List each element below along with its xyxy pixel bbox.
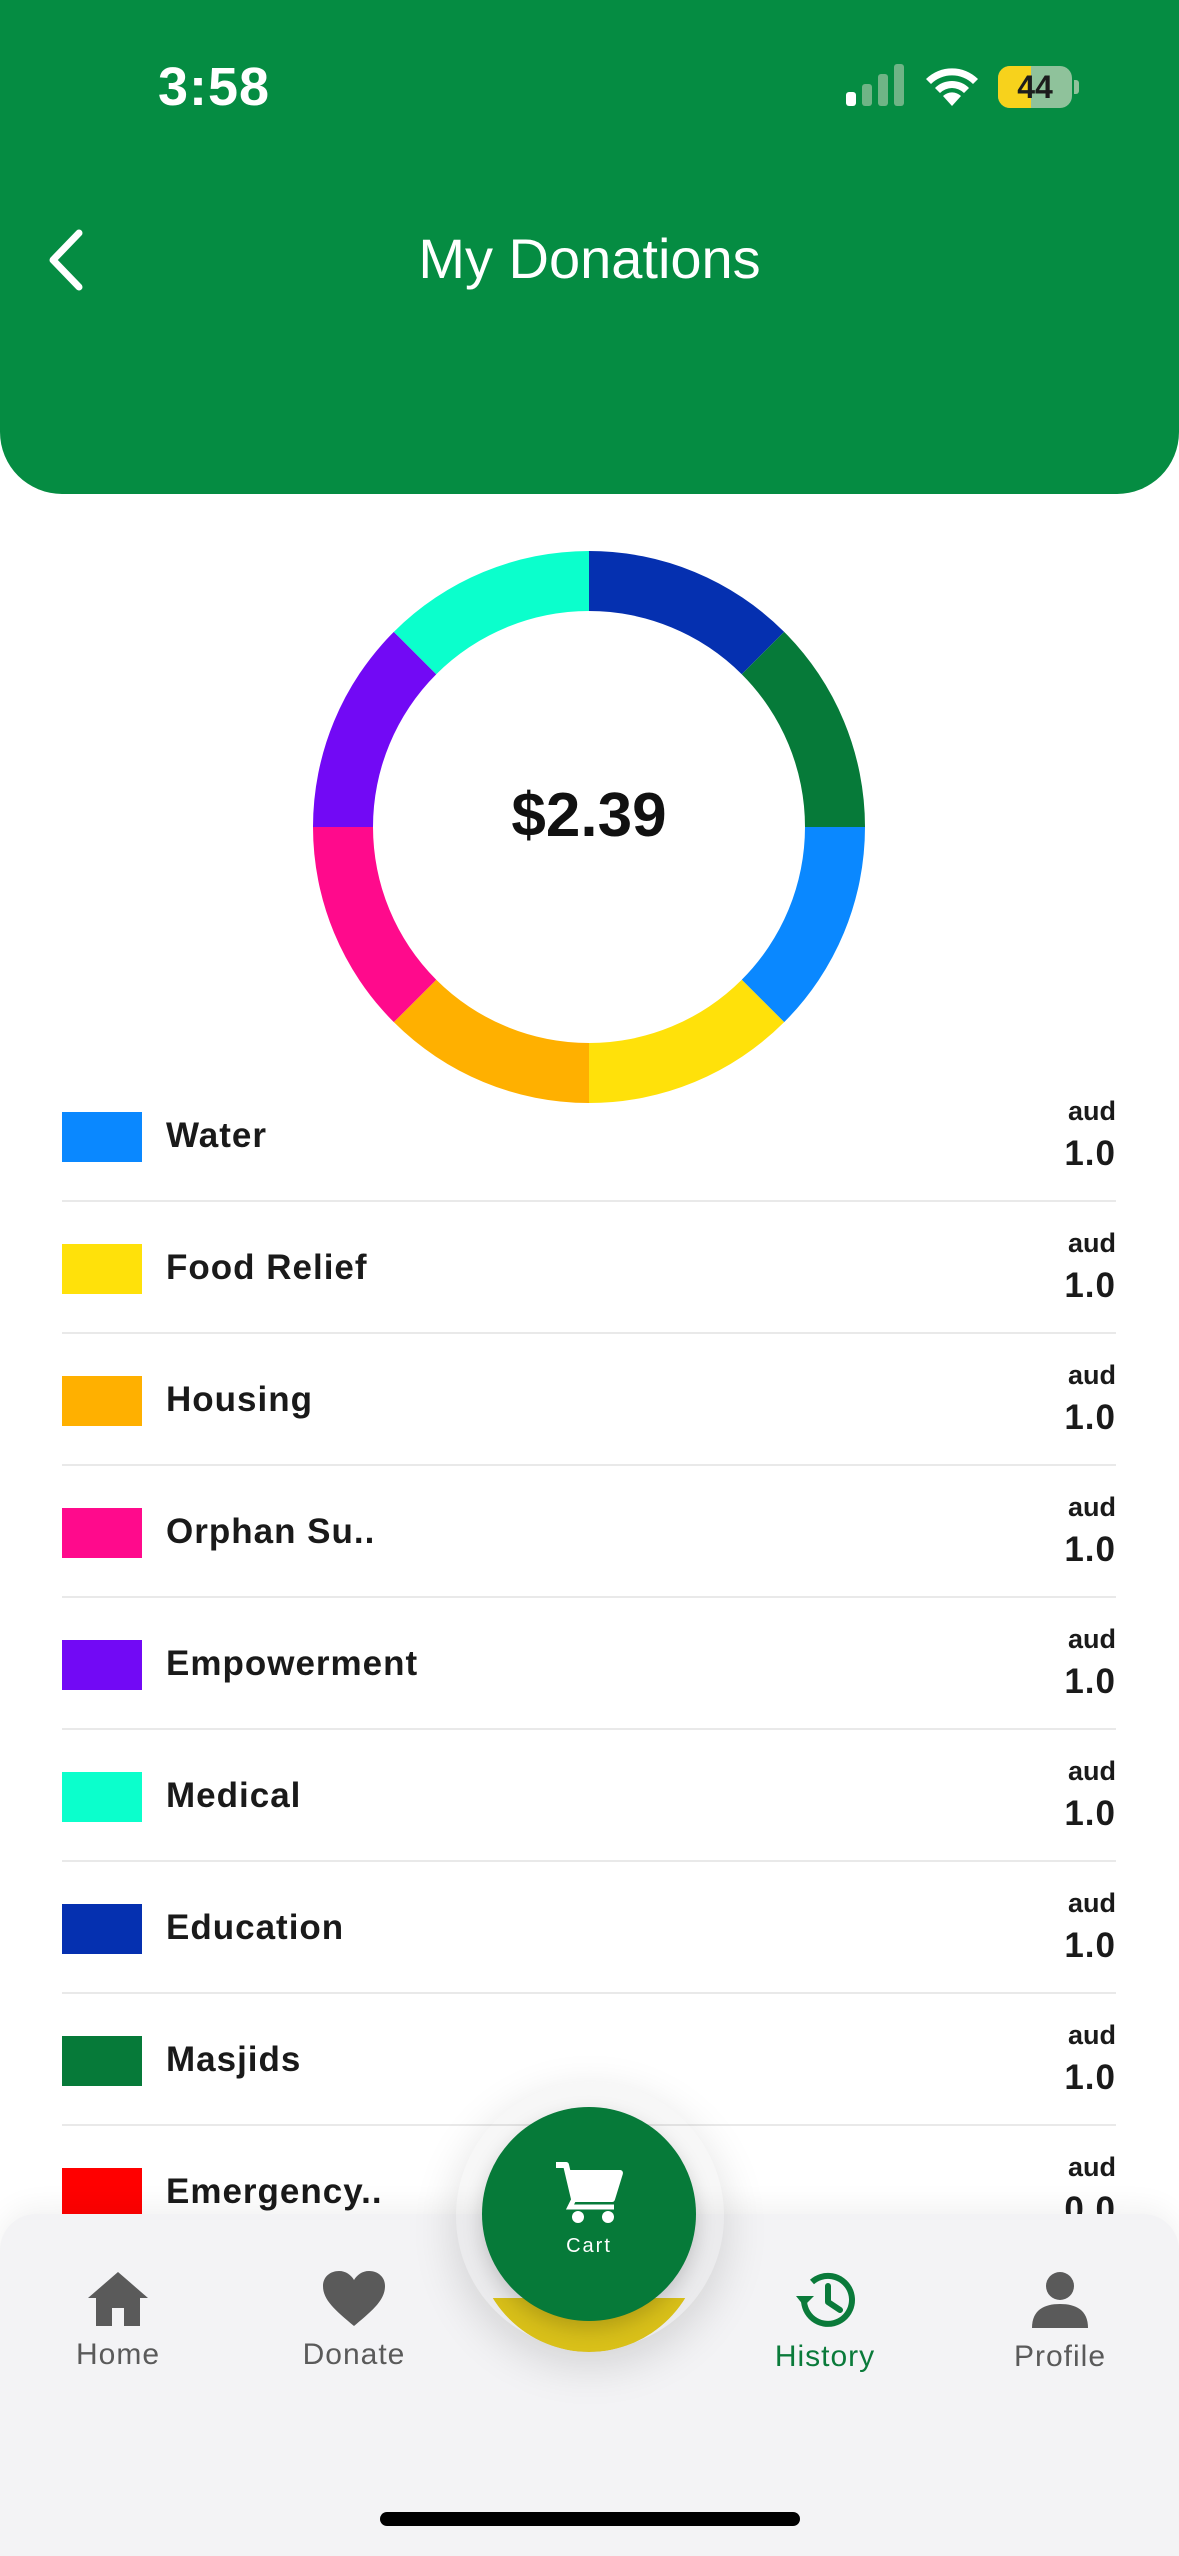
battery-indicator: 44 — [998, 66, 1079, 108]
tab-donate-label: Donate — [302, 2338, 406, 2371]
category-name: Orphan Su.. — [166, 1512, 376, 1551]
donation-row: Food Relief aud 1.0 — [62, 1202, 1116, 1334]
category-name: Emergency.. — [166, 2172, 383, 2211]
history-icon — [796, 2272, 855, 2327]
currency-label: aud — [1067, 1228, 1116, 1258]
category-name: Water — [166, 1116, 267, 1155]
donut-segment-orphan-su — [313, 827, 437, 1023]
category-color-swatch — [62, 1376, 142, 1426]
category-color-swatch — [62, 2168, 142, 2218]
category-color-swatch — [62, 1112, 142, 1162]
home-indicator — [380, 2512, 800, 2526]
currency-label: aud — [1067, 1888, 1116, 1918]
currency-label: aud — [1067, 1096, 1116, 1126]
donation-amount: 1.0 — [1064, 1266, 1116, 1305]
cart-button[interactable]: Cart — [482, 2107, 696, 2321]
category-color-swatch — [62, 2036, 142, 2086]
currency-label: aud — [1067, 1492, 1116, 1522]
battery-icon: 44 — [998, 66, 1072, 108]
donut-segment-medical — [393, 551, 589, 675]
tab-home-label: Home — [75, 2338, 161, 2371]
heart-icon — [323, 2271, 385, 2326]
donation-list: Water aud 1.0 Food Relief aud 1.0 Housing aud 1.… — [62, 1070, 1116, 2258]
currency-label: aud — [1067, 2152, 1116, 2182]
donation-amount: 1.0 — [1064, 1926, 1116, 1965]
donation-total: $2.39 — [511, 781, 667, 850]
donation-row: Housing aud 1.0 — [62, 1334, 1116, 1466]
category-color-swatch — [62, 1508, 142, 1558]
battery-tip — [1074, 80, 1079, 94]
donation-row: Empowerment aud 1.0 — [62, 1598, 1116, 1730]
donation-amount: 1.0 — [1064, 1530, 1116, 1569]
category-color-swatch — [62, 1640, 142, 1690]
category-name: Food Relief — [166, 1248, 368, 1287]
donation-amount: 1.0 — [1064, 1662, 1116, 1701]
donation-amount: 1.0 — [1064, 1398, 1116, 1437]
category-name: Housing — [166, 1380, 313, 1419]
page-title: My Donations — [418, 227, 761, 290]
home-icon — [88, 2272, 148, 2326]
donation-row: Orphan Su.. aud 1.0 — [62, 1466, 1116, 1598]
my-donations-screen: 3:58 44 My Donations $2.39 Water aud 1.0… — [0, 0, 1179, 2556]
tab-donate[interactable]: Donate — [254, 2270, 454, 2372]
currency-label: aud — [1067, 1360, 1116, 1390]
donation-amount: 1.0 — [1064, 2058, 1116, 2097]
wifi-icon — [926, 68, 978, 106]
category-name: Medical — [166, 1776, 302, 1815]
tab-history-label: History — [774, 2340, 876, 2373]
tab-history[interactable]: History — [725, 2270, 925, 2374]
currency-label: aud — [1067, 2020, 1116, 2050]
header-banner: 3:58 44 My Donations — [0, 0, 1179, 494]
category-color-swatch — [62, 1244, 142, 1294]
battery-percent: 44 — [1017, 69, 1053, 105]
donut-segment-education — [589, 551, 785, 675]
tab-home[interactable]: Home — [18, 2270, 218, 2372]
donation-amount: 1.0 — [1064, 1134, 1116, 1173]
donation-row: Water aud 1.0 — [62, 1070, 1116, 1202]
currency-label: aud — [1067, 1624, 1116, 1654]
category-name: Masjids — [166, 2040, 302, 2079]
category-color-swatch — [62, 1772, 142, 1822]
currency-label: aud — [1067, 1756, 1116, 1786]
tab-profile-label: Profile — [1013, 2340, 1107, 2373]
tab-profile[interactable]: Profile — [960, 2270, 1160, 2374]
cart-label: Cart — [566, 2235, 612, 2257]
status-time: 3:58 — [158, 57, 271, 117]
donation-row: Education aud 1.0 — [62, 1862, 1116, 1994]
category-name: Education — [166, 1908, 345, 1947]
donation-row: Medical aud 1.0 — [62, 1730, 1116, 1862]
donation-amount: 1.0 — [1064, 1794, 1116, 1833]
signal-icon — [846, 64, 904, 106]
person-icon — [1032, 2272, 1088, 2328]
donut-segment-water — [741, 827, 865, 1023]
category-name: Empowerment — [166, 1644, 419, 1683]
cart-icon — [556, 2162, 623, 2223]
category-color-swatch — [62, 1904, 142, 1954]
